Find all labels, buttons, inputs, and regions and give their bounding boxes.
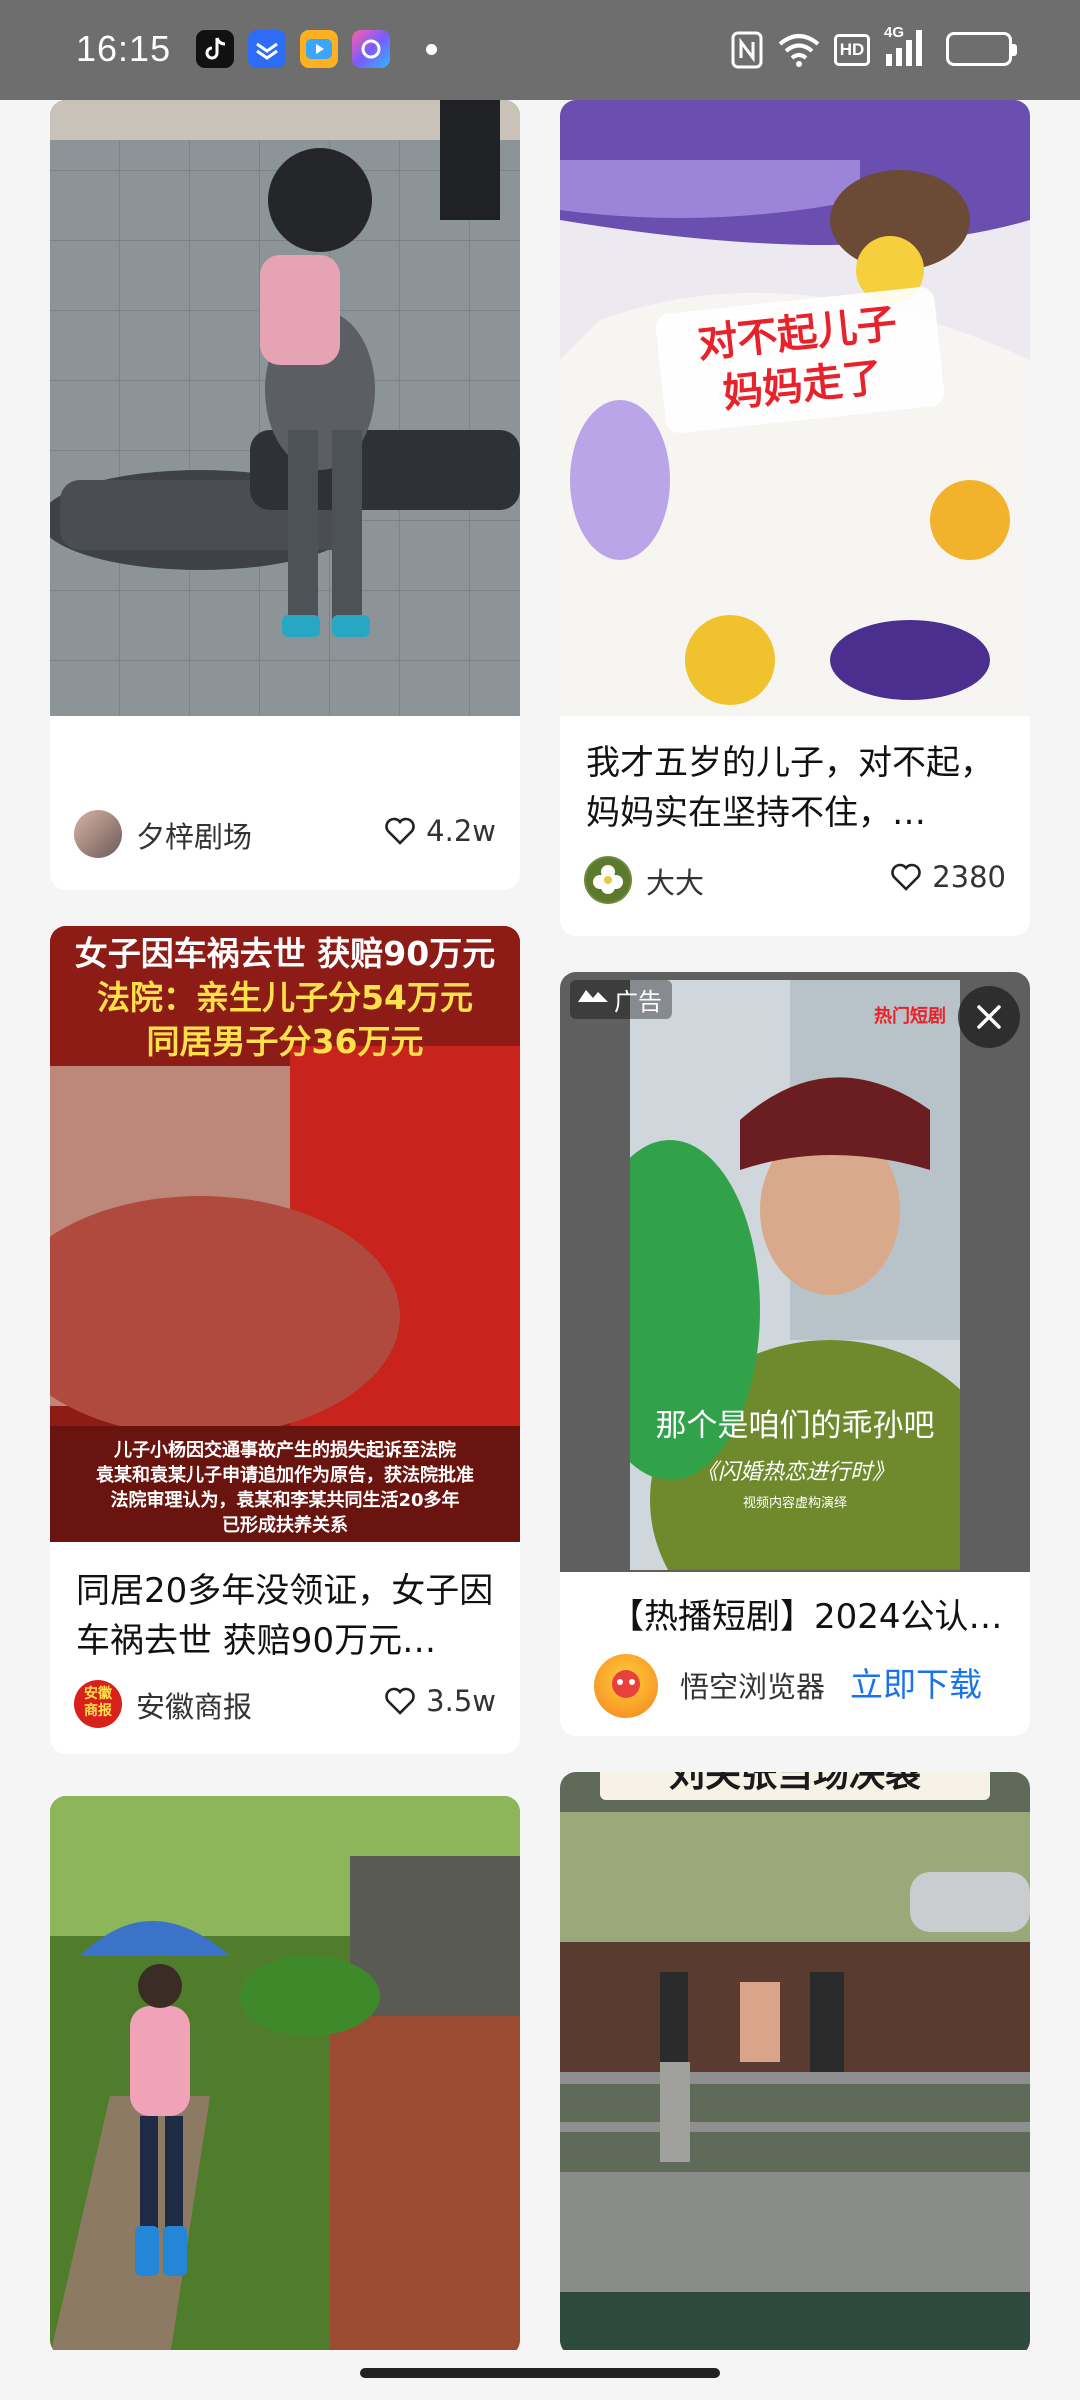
card-3-headline-line-3: 同居男子分36万元 bbox=[146, 1022, 424, 1061]
feed-card-5[interactable] bbox=[50, 1796, 520, 2350]
card-6-thumbnail[interactable]: 刘关张当场决裂 bbox=[560, 1772, 1030, 2350]
card-1-meta: 夕梓剧场 4.2w bbox=[74, 808, 496, 860]
feed-card-1[interactable]: 夕梓剧场 4.2w bbox=[50, 100, 520, 890]
card-3-headline-line-1: 女子因车祸去世 获赔90万元 bbox=[74, 934, 496, 973]
card-5-thumbnail[interactable] bbox=[50, 1796, 520, 2350]
card-3-thumbnail[interactable]: 女子因车祸去世 获赔90万元 法院：亲生儿子分54万元 同居男子分36万元 儿子… bbox=[50, 926, 520, 1542]
card-1-thumbnail[interactable] bbox=[50, 100, 520, 716]
card-2-thumbnail[interactable]: 对不起儿子 妈妈走了 bbox=[560, 100, 1030, 716]
card-3-caption-line-1: 儿子小杨因交通事故产生的损失起诉至法院 bbox=[114, 1440, 456, 1461]
card-6-overlay-line-1: 刘关张当场决裂 bbox=[668, 1772, 921, 1795]
news-avatar-icon[interactable]: 安徽商报 bbox=[74, 1680, 122, 1728]
video-app-icon bbox=[300, 30, 338, 68]
status-bar: 16:15 HD 4G bbox=[0, 0, 1080, 100]
ad-meta: 悟空浏览器 立即下载 bbox=[594, 1654, 1006, 1718]
heart-icon[interactable] bbox=[890, 862, 922, 892]
card-3-caption-line-2: 袁某和袁某儿子申请追加作为原告，获法院批准 bbox=[96, 1465, 474, 1486]
battery-icon bbox=[946, 32, 1017, 66]
card-1-likes[interactable]: 4.2w bbox=[384, 814, 496, 848]
download-now-button[interactable]: 立即下载 bbox=[850, 1658, 982, 1706]
card-1-author[interactable]: 夕梓剧场 bbox=[136, 814, 252, 856]
card-3-caption-line-4: 已形成扶养关系 bbox=[222, 1515, 348, 1536]
wifi-icon bbox=[778, 34, 820, 67]
notification-dot-icon bbox=[426, 44, 437, 55]
nfc-icon bbox=[731, 31, 763, 69]
card-1-likes-count: 4.2w bbox=[426, 814, 496, 848]
feed-card-3[interactable]: 女子因车祸去世 获赔90万元 法院：亲生儿子分54万元 同居男子分36万元 儿子… bbox=[50, 926, 520, 1754]
heart-icon[interactable] bbox=[384, 816, 416, 846]
ad-advertiser[interactable]: 悟空浏览器 bbox=[680, 1664, 825, 1706]
feed-card-6[interactable]: 刘关张当场决裂 bbox=[560, 1772, 1030, 2350]
author-avatar-icon[interactable] bbox=[74, 810, 122, 858]
gallery-app-icon bbox=[352, 30, 390, 68]
card-3-headline: 女子因车祸去世 获赔90万元 法院：亲生儿子分54万元 同居男子分36万元 bbox=[50, 932, 520, 1064]
wukong-browser-icon[interactable] bbox=[594, 1654, 658, 1718]
feed[interactable]: 夕梓剧场 4.2w 对不起儿子 妈妈走了 我才五岁的儿子，对不起，妈妈实在坚持不… bbox=[0, 100, 1080, 2350]
blue-arrow-app-icon bbox=[248, 30, 286, 68]
ad-video-frame: 热门短剧 那个是咱们的乖孙吧 《闪婚热恋进行时》 视频内容虚构演绎 bbox=[630, 980, 960, 1570]
ad-title[interactable]: 【热播短剧】2024公认… bbox=[610, 1592, 1004, 1642]
card-3-author[interactable]: 安徽商报 bbox=[136, 1684, 252, 1726]
feed-card-2[interactable]: 对不起儿子 妈妈走了 我才五岁的儿子，对不起，妈妈实在坚持不住，… 大大 238… bbox=[560, 100, 1030, 936]
card-6-overlay: 刘关张当场决裂 bbox=[600, 1772, 990, 1800]
ad-hot-drama-badge: 热门短剧 bbox=[874, 1006, 946, 1027]
tiktok-icon bbox=[196, 30, 234, 68]
hd-icon: HD bbox=[834, 34, 870, 66]
card-3-title[interactable]: 同居20多年没领证，女子因车祸去世 获赔90万元… bbox=[76, 1566, 494, 1666]
card-3-headline-line-2: 法院：亲生儿子分54万元 bbox=[97, 978, 473, 1017]
card-2-likes-count: 2380 bbox=[932, 860, 1006, 894]
status-time: 16:15 bbox=[76, 28, 172, 69]
ad-video-subtitle: 《闪婚热恋进行时》 bbox=[695, 1460, 894, 1485]
card-2-likes[interactable]: 2380 bbox=[890, 860, 1006, 894]
ad-close-button[interactable] bbox=[958, 986, 1020, 1048]
card-3-meta: 安徽商报 安徽商报 3.5w bbox=[74, 1678, 496, 1730]
close-icon[interactable] bbox=[958, 986, 1020, 1048]
flower-avatar-icon[interactable] bbox=[584, 856, 632, 904]
ad-label: 广告 bbox=[614, 988, 662, 1016]
signal-4g-icon: 4G bbox=[884, 24, 924, 68]
ad-card[interactable]: 热门短剧 那个是咱们的乖孙吧 《闪婚热恋进行时》 视频内容虚构演绎 广告 【热播… bbox=[560, 972, 1030, 1736]
card-3-likes-count: 3.5w bbox=[426, 1684, 496, 1718]
ad-video-thumbnail[interactable]: 热门短剧 那个是咱们的乖孙吧 《闪婚热恋进行时》 视频内容虚构演绎 广告 bbox=[560, 972, 1030, 1572]
heart-icon[interactable] bbox=[384, 1686, 416, 1716]
card-3-caption: 儿子小杨因交通事故产生的损失起诉至法院 袁某和袁某儿子申请追加作为原告，获法院批… bbox=[50, 1438, 520, 1538]
card-2-title[interactable]: 我才五岁的儿子，对不起，妈妈实在坚持不住，… bbox=[586, 738, 1004, 838]
ad-video-caption: 那个是咱们的乖孙吧 bbox=[655, 1408, 935, 1444]
ad-video-note: 视频内容虚构演绎 bbox=[742, 1496, 847, 1511]
card-3-likes[interactable]: 3.5w bbox=[384, 1684, 496, 1718]
news-avatar-label: 安徽商报 bbox=[84, 1686, 112, 1719]
home-indicator[interactable] bbox=[360, 2368, 720, 2378]
ad-badge: 广告 bbox=[570, 980, 672, 1019]
card-3-caption-line-3: 法院审理认为，袁某和李某共同生活20多年 bbox=[110, 1490, 460, 1511]
card-2-author[interactable]: 大大 bbox=[646, 860, 704, 902]
card-2-meta: 大大 2380 bbox=[584, 854, 1006, 906]
